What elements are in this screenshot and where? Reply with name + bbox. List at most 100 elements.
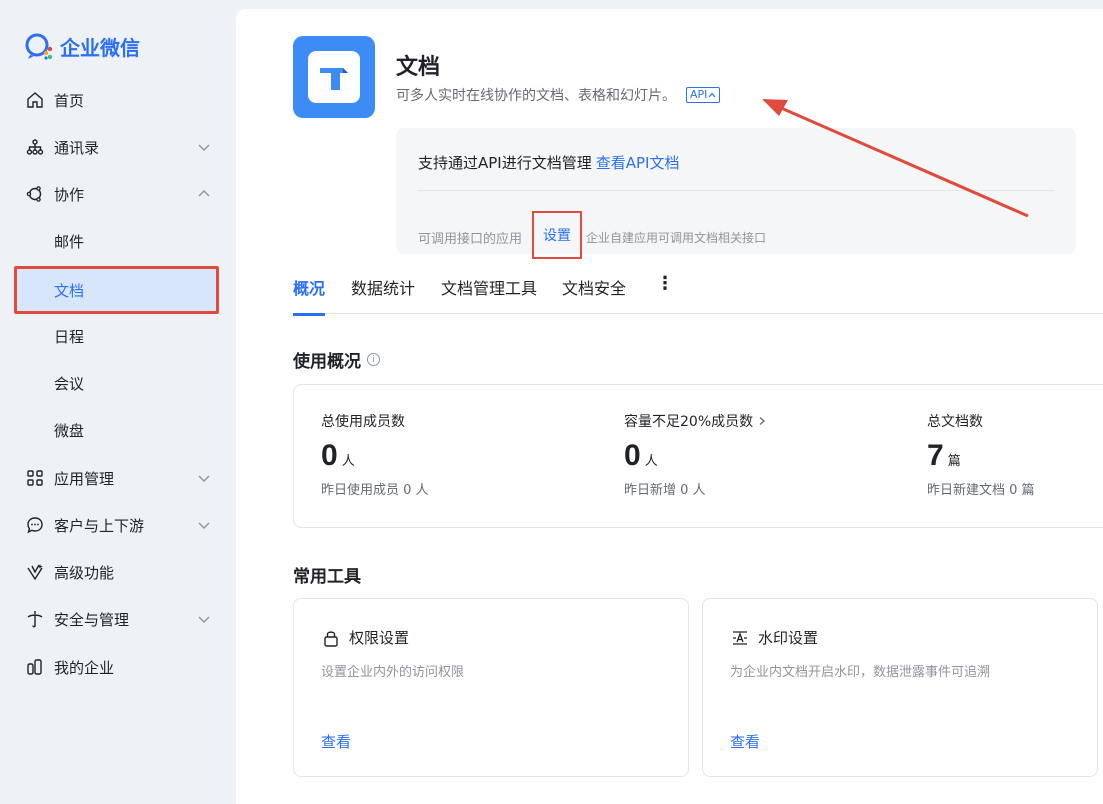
tab-label: 概况 xyxy=(293,279,326,298)
chevron-down-icon xyxy=(198,475,210,482)
api-apps-hint: 企业自建应用可调用文档相关接口 xyxy=(586,230,767,245)
api-toggle-chip[interactable]: API xyxy=(686,87,721,103)
stat-label: 容量不足20%成员数 xyxy=(624,414,754,430)
stat-value: 7 xyxy=(927,439,944,472)
tab-statistics[interactable]: 数据统计 xyxy=(351,275,415,299)
tab-overview[interactable]: 概况 xyxy=(293,275,326,316)
chevron-right-icon xyxy=(759,417,766,425)
sidebar-item-label: 会议 xyxy=(54,374,85,393)
api-intro-text: 支持通过API进行文档管理 xyxy=(418,154,592,172)
overview-stats-card: 总使用成员数 0人 昨日使用成员 0 人 容量不足20%成员数 0人 昨日新增 … xyxy=(293,384,1103,528)
diamond-icon xyxy=(26,563,44,581)
stat-total-members: 总使用成员数 0人 昨日使用成员 0 人 xyxy=(321,411,429,498)
tools-section-title: 常用工具 xyxy=(293,562,361,587)
tab-active-indicator xyxy=(293,313,325,316)
chevron-down-icon xyxy=(198,522,210,529)
stat-value: 0 xyxy=(624,439,641,472)
chevron-down-icon xyxy=(198,616,210,623)
sidebar-item-label: 客户与上下游 xyxy=(54,516,145,535)
grid-apps-icon xyxy=(26,469,44,487)
collaboration-icon xyxy=(26,185,44,203)
sidebar-item-label: 微盘 xyxy=(54,421,85,440)
api-panel: 支持通过API进行文档管理 查看API文档 可调用接口的应用 设置 企业自建应用可… xyxy=(396,128,1076,259)
stat-sub: 昨日新建文档 0 篇 xyxy=(927,483,1035,498)
sidebar-item-calendar[interactable]: 日程 xyxy=(14,314,219,358)
chevron-up-icon xyxy=(198,190,210,197)
sidebar-item-drive[interactable]: 微盘 xyxy=(14,408,219,452)
tab-doc-tools[interactable]: 文档管理工具 xyxy=(441,275,537,299)
tool-title: 权限设置 xyxy=(349,629,410,647)
stat-unit: 篇 xyxy=(947,454,961,469)
sidebar-item-meeting[interactable]: 会议 xyxy=(14,361,219,405)
tool-card-watermark: 水印设置 为企业内文档开启水印，数据泄露事件可追溯 查看 xyxy=(702,598,1098,777)
info-icon[interactable]: i xyxy=(367,353,380,366)
sidebar-item-collaboration[interactable]: 协作 xyxy=(14,172,219,216)
tab-bar: 概况 数据统计 文档管理工具 文档安全 ⋮ xyxy=(293,271,1103,316)
shield-icon xyxy=(26,610,44,628)
overview-title: 使用概况 xyxy=(293,352,361,372)
sidebar-item-label: 首页 xyxy=(54,91,85,110)
sidebar-item-mail[interactable]: 邮件 xyxy=(14,219,219,263)
tool-desc: 设置企业内外的访问权限 xyxy=(321,665,465,680)
sidebar-item-my-company[interactable]: 我的企业 xyxy=(14,645,219,689)
stat-value: 0 xyxy=(321,439,338,472)
view-watermark-link[interactable]: 查看 xyxy=(730,731,760,752)
api-apps-label: 可调用接口的应用 xyxy=(418,231,523,247)
sidebar-item-label: 协作 xyxy=(54,185,85,204)
stat-unit: 人 xyxy=(644,454,658,469)
sidebar-item-label: 文档 xyxy=(54,281,85,300)
home-icon xyxy=(26,91,44,109)
brand-logo[interactable]: 企业微信 xyxy=(24,30,140,62)
sidebar-item-label: 日程 xyxy=(54,327,85,346)
lock-icon xyxy=(324,630,338,647)
sidebar-item-contacts[interactable]: 通讯录 xyxy=(14,125,219,169)
chevron-up-icon xyxy=(708,92,716,98)
chat-bubble-icon xyxy=(26,516,44,534)
stat-sub: 昨日使用成员 0 人 xyxy=(321,483,429,498)
sidebar-item-label: 安全与管理 xyxy=(54,610,130,629)
api-chip-label: API xyxy=(690,88,708,101)
stat-low-capacity-members[interactable]: 容量不足20%成员数 0人 昨日新增 0 人 xyxy=(624,411,767,498)
api-settings-button[interactable]: 设置 xyxy=(532,211,583,259)
wecom-logo-icon xyxy=(25,33,53,60)
tool-title-row: 水印设置 xyxy=(730,627,818,648)
org-chart-icon xyxy=(26,138,44,156)
main-panel: 文档 可多人实时在线协作的文档、表格和幻灯片。 API 支持通过API进行文档管… xyxy=(236,9,1103,804)
docs-app-icon xyxy=(293,36,375,118)
app-description: 可多人实时在线协作的文档、表格和幻灯片。 xyxy=(396,88,676,104)
sidebar-item-advanced[interactable]: 高级功能 xyxy=(14,550,219,594)
sidebar-item-label: 我的企业 xyxy=(54,658,115,677)
sidebar-item-label: 邮件 xyxy=(54,232,85,251)
app-description-row: 可多人实时在线协作的文档、表格和幻灯片。 API xyxy=(396,85,721,105)
sidebar: 企业微信 首页 通讯录 协作 邮件 文档 日程 会议 微盘 应用管理 客户与上下… xyxy=(0,0,236,804)
chevron-down-icon xyxy=(198,144,210,151)
view-api-docs-link[interactable]: 查看API文档 xyxy=(596,154,680,172)
tab-doc-security[interactable]: 文档安全 xyxy=(562,275,626,299)
sidebar-item-label: 高级功能 xyxy=(54,563,115,582)
tool-desc: 为企业内文档开启水印，数据泄露事件可追溯 xyxy=(730,665,991,680)
sidebar-item-label: 应用管理 xyxy=(54,469,115,488)
overview-section-title: 使用概况 i xyxy=(293,347,380,372)
stat-unit: 人 xyxy=(341,454,355,469)
sidebar-item-label: 通讯录 xyxy=(54,138,100,157)
sidebar-item-home[interactable]: 首页 xyxy=(14,78,219,122)
sidebar-item-docs[interactable]: 文档 xyxy=(14,266,219,314)
divider xyxy=(418,190,1054,191)
more-tabs-icon[interactable]: ⋮ xyxy=(656,273,674,294)
stat-label: 总文档数 xyxy=(927,414,983,430)
tool-title: 水印设置 xyxy=(758,629,819,647)
api-intro-row: 支持通过API进行文档管理 查看API文档 xyxy=(418,152,679,173)
tool-title-row: 权限设置 xyxy=(321,627,409,648)
view-permissions-link[interactable]: 查看 xyxy=(321,731,351,752)
tools-title: 常用工具 xyxy=(293,567,361,587)
page-title: 文档 xyxy=(396,55,441,80)
sidebar-item-app-management[interactable]: 应用管理 xyxy=(14,456,219,500)
brand-name: 企业微信 xyxy=(60,35,140,60)
api-apps-row: 可调用接口的应用 设置 企业自建应用可调用文档相关接口 xyxy=(418,211,767,261)
sidebar-item-customers[interactable]: 客户与上下游 xyxy=(14,503,219,547)
stat-total-docs: 总文档数 7篇 昨日新建文档 0 篇 xyxy=(927,411,1035,498)
stat-sub: 昨日新增 0 人 xyxy=(624,483,706,498)
sidebar-item-security[interactable]: 安全与管理 xyxy=(14,597,219,641)
stat-label: 总使用成员数 xyxy=(321,414,405,430)
tool-card-permissions: 权限设置 设置企业内外的访问权限 查看 xyxy=(293,598,689,777)
